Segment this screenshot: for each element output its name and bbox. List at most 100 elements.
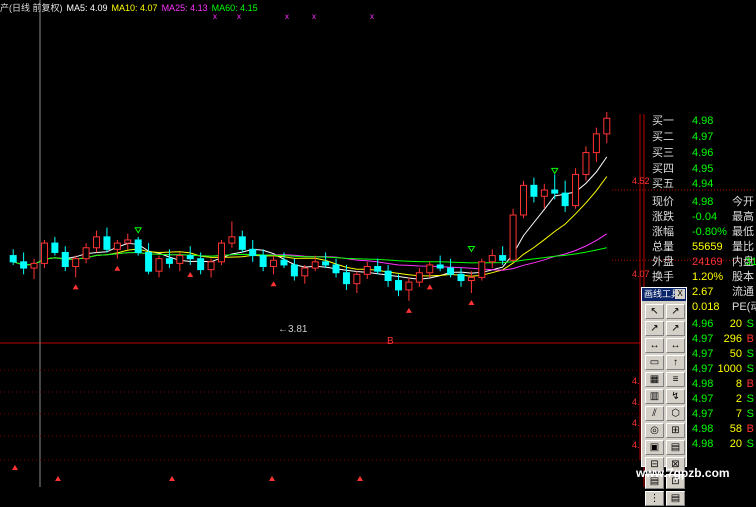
neipan-extra-value: 31 (745, 256, 756, 268)
order-row-1: 买一 4.98 (652, 115, 714, 127)
buy-arrow (468, 300, 475, 306)
candle-body (592, 133, 600, 154)
buy-marker-b: B (387, 336, 394, 347)
candle-body (259, 255, 267, 268)
tick-row: 4.97 50 S (692, 348, 754, 360)
candle-body (155, 258, 163, 272)
tick-row: 4.97 1000 S (692, 363, 754, 375)
ma60-line (13, 247, 607, 266)
buy-arrow (187, 271, 194, 277)
stat-row-1: 现价 4.98 今开 (652, 196, 754, 208)
top-marker: x (312, 12, 316, 21)
candle-body (82, 247, 90, 260)
candle-body (176, 255, 184, 264)
candlesticks (9, 112, 611, 301)
axis-label-452: 4.52 (632, 176, 650, 186)
candle-body (499, 255, 507, 261)
draw-tool-button-18[interactable]: ▤ (666, 440, 685, 455)
draw-tool-button-14[interactable]: ⬡ (666, 406, 685, 421)
legend-ma60: MA60: 4.15 (211, 3, 258, 13)
draw-tool-button-2[interactable]: ↗ (666, 304, 685, 319)
drawing-tools-window[interactable]: 画线工具 X ↖ ↗ ↗ ↗ ↔ ↔ ▭ ↑ ▦ ≡ ▥ ↯ ⫽ ⬡ ◎ ⊞ ▣ ▤ ⊟ ⊠ ▤ ⊡ ⋮ ▤ (641, 287, 687, 506)
buy-arrow (114, 265, 121, 271)
legend-ma5: MA5: 4.09 (66, 3, 108, 13)
draw-tool-button-15[interactable]: ◎ (645, 423, 664, 438)
buy-arrow (72, 284, 79, 290)
order-row-3: 买三 4.96 (652, 147, 714, 159)
candle-body (249, 248, 257, 257)
buy-arrow-bottom (269, 476, 275, 481)
draw-tool-button-6[interactable]: ↔ (666, 338, 685, 353)
legend-ma10: MA10: 4.07 (111, 3, 158, 13)
moving-average-lines (13, 156, 608, 280)
axis-label-407: 4.07 (632, 269, 650, 279)
candle-body (238, 236, 246, 250)
candle-body (395, 280, 403, 291)
candle-body (488, 255, 496, 263)
candle-body (603, 117, 611, 135)
candle-body (519, 184, 527, 216)
draw-tool-button-16[interactable]: ⊞ (666, 423, 685, 438)
candle-body (290, 264, 298, 277)
draw-tool-button-17[interactable]: ▣ (645, 440, 664, 455)
draw-tool-button-24[interactable]: ▤ (666, 491, 685, 506)
chart-legend: 产(日线 前复权) MA5: 4.09 MA10: 4.07 MA25: 4.13 MA… (0, 2, 262, 14)
candle-body (40, 242, 48, 264)
candle-body (530, 184, 538, 197)
order-row-5: 买五 4.94 (652, 178, 714, 190)
candle-body (332, 264, 340, 274)
draw-tool-button-23[interactable]: ⋮ (645, 491, 664, 506)
draw-tool-button-4[interactable]: ↗ (666, 321, 685, 336)
axis-label-low3: 4. (632, 418, 640, 428)
candle-body (353, 273, 361, 285)
candle-body (124, 239, 132, 244)
draw-tool-button-1[interactable]: ↖ (645, 304, 664, 319)
draw-tool-button-8[interactable]: ↑ (666, 355, 685, 370)
tick-row: 4.98 20 S (692, 438, 754, 450)
stat-row-6: 换手 1.20% 股本 (652, 271, 754, 283)
stat-row-5: 外盘 24169 内盘 (652, 256, 754, 268)
candle-body (426, 264, 434, 274)
draw-tool-button-12[interactable]: ↯ (666, 389, 685, 404)
close-button[interactable]: X (675, 289, 685, 299)
candle-body (103, 236, 111, 250)
candle-body (342, 272, 350, 285)
candle-body (301, 267, 309, 277)
candle-body (384, 270, 392, 282)
candle-body (9, 255, 17, 263)
tick-row: 4.96 20 S (692, 318, 754, 330)
candle-body (280, 259, 288, 266)
buy-arrow-bottom (55, 476, 61, 481)
draw-tool-button-9[interactable]: ▦ (645, 372, 664, 387)
candle-body (415, 272, 423, 283)
top-marker: x (285, 12, 289, 21)
candle-body (540, 189, 548, 197)
draw-tool-button-11[interactable]: ▥ (645, 389, 664, 404)
tick-row: 4.97 296 B (692, 333, 754, 345)
candle-body (134, 239, 142, 253)
draw-tool-button-3[interactable]: ↗ (645, 321, 664, 336)
buy-arrow (426, 284, 433, 290)
legend-ma25: MA25: 4.13 (161, 3, 208, 13)
candle-body (509, 214, 517, 261)
draw-tool-button-7[interactable]: ▭ (645, 355, 664, 370)
draw-tool-button-13[interactable]: ⫽ (645, 406, 664, 421)
draw-tool-button-5[interactable]: ↔ (645, 338, 664, 353)
sell-arrow (467, 245, 476, 253)
buy-arrow (270, 281, 277, 287)
draw-tool-button-10[interactable]: ≡ (666, 372, 685, 387)
buy-arrow (405, 307, 412, 313)
candle-body (374, 266, 382, 272)
tick-row: 4.98 8 B (692, 378, 754, 390)
watermark-text: www.7gpzb.com (636, 466, 730, 480)
axis-label-low1: 4. (632, 376, 640, 386)
drawing-tools-titlebar[interactable]: 画线工具 X (642, 288, 686, 301)
candle-body (207, 261, 215, 271)
candle-body (165, 258, 173, 264)
candle-body (30, 262, 38, 269)
candle-body (186, 255, 194, 260)
candle-body (217, 242, 225, 263)
tick-row: 4.98 58 B (692, 423, 754, 435)
candle-body (145, 251, 153, 272)
candle-body (405, 281, 413, 291)
